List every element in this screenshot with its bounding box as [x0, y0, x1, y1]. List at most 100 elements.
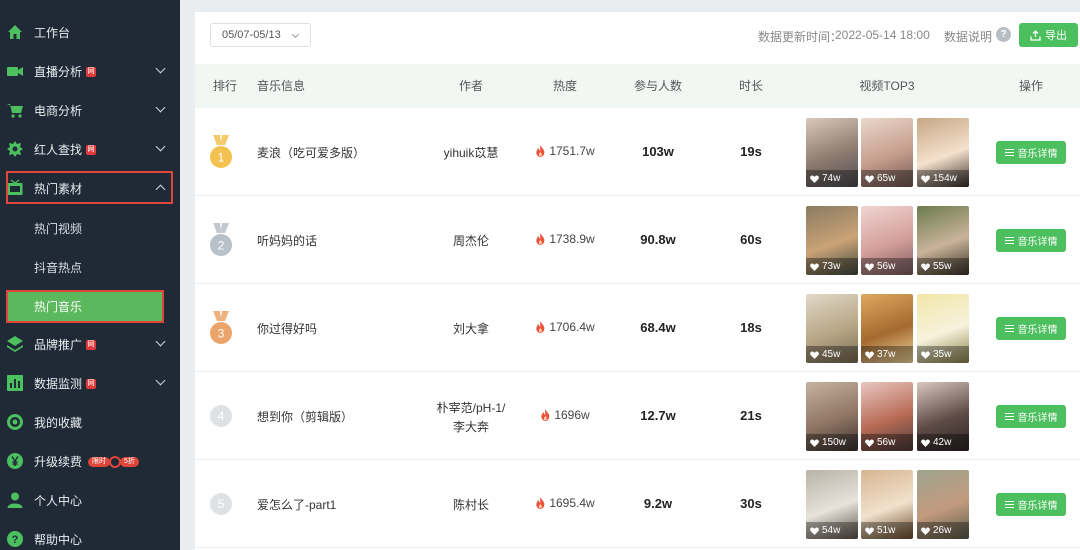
- sidebar-item-my-favorites[interactable]: 我的收藏: [0, 404, 180, 440]
- author-name: 陈村长: [452, 498, 490, 512]
- list-icon: [1004, 236, 1014, 245]
- header-duration: 时长: [738, 79, 764, 93]
- author-name: yihuik苡慧: [443, 146, 499, 160]
- bar-chart-icon: [6, 374, 24, 392]
- participants-count: 103w: [642, 144, 674, 159]
- yen-icon: [6, 452, 24, 470]
- sidebar-item-ecommerce-analysis[interactable]: 电商分析: [0, 92, 180, 128]
- rank-badge: 5: [210, 493, 232, 515]
- main-panel: 05/07-05/13 数据更新时间： 2022-05-14 18:00 数据说…: [195, 12, 1080, 550]
- export-button[interactable]: 导出: [1019, 23, 1078, 47]
- sidebar-item-label: 个人中心: [34, 493, 83, 508]
- video-thumbnail[interactable]: 54w: [806, 470, 858, 539]
- heart-icon: [810, 350, 819, 359]
- flame-icon: [541, 409, 550, 421]
- chevron-down-icon: [155, 375, 166, 386]
- flame-icon: [536, 497, 545, 509]
- duration: 21s: [740, 408, 762, 423]
- video-thumbnail[interactable]: 154w: [917, 118, 969, 187]
- sidebar-item-label: 直播分析: [34, 64, 83, 79]
- sidebar-item-workbench[interactable]: 工作台: [0, 14, 180, 50]
- sidebar-item-help-center[interactable]: ? 帮助中心: [0, 521, 180, 550]
- list-icon: [1004, 412, 1014, 421]
- medal-icon: 3: [210, 311, 232, 344]
- video-thumbnail[interactable]: 42w: [917, 382, 969, 451]
- heart-icon: [810, 262, 819, 271]
- like-count: 65w: [877, 173, 896, 184]
- heart-icon: [921, 438, 930, 447]
- home-icon: [6, 23, 24, 41]
- heat-value: 1706.4w: [535, 320, 595, 334]
- like-count: 154w: [933, 173, 957, 184]
- video-thumbnail[interactable]: 73w: [806, 206, 858, 275]
- video-thumbnail[interactable]: 56w: [861, 382, 913, 451]
- video-thumbnail[interactable]: 35w: [917, 294, 969, 363]
- video-thumbnail[interactable]: 37w: [861, 294, 913, 363]
- music-detail-label: 音乐详情: [1017, 501, 1058, 512]
- like-count: 35w: [933, 349, 952, 360]
- like-count: 51w: [877, 525, 896, 536]
- sidebar-sub-item-hot-video[interactable]: 热门视频: [0, 210, 180, 246]
- sidebar-item-data-monitor[interactable]: 数据监测网: [0, 365, 180, 401]
- music-title[interactable]: 听妈妈的话: [257, 232, 317, 249]
- video-thumbnail[interactable]: 45w: [806, 294, 858, 363]
- flame-icon: [536, 321, 545, 333]
- rank-badge: 4: [210, 405, 232, 427]
- participants-count: 68.4w: [640, 320, 676, 335]
- duration: 18s: [740, 320, 762, 335]
- music-detail-button[interactable]: 音乐详情: [996, 229, 1066, 252]
- like-count: 55w: [933, 261, 952, 272]
- music-detail-label: 音乐详情: [1017, 149, 1058, 160]
- music-detail-label: 音乐详情: [1017, 413, 1058, 424]
- music-detail-button[interactable]: 音乐详情: [996, 317, 1066, 340]
- heart-icon: [865, 174, 874, 183]
- help-icon[interactable]: ?: [996, 27, 1011, 42]
- video-thumbnail[interactable]: 55w: [917, 206, 969, 275]
- music-detail-button[interactable]: 音乐详情: [996, 141, 1066, 164]
- video-thumbnail[interactable]: 56w: [861, 206, 913, 275]
- data-note-link[interactable]: 数据说明: [944, 28, 992, 45]
- sidebar-item-influencer-search[interactable]: 红人查找网: [0, 131, 180, 167]
- sidebar-item-upgrade-renew[interactable]: 升级续费 限时 5折: [0, 443, 180, 479]
- medal-icon: 1: [210, 135, 232, 168]
- heart-icon: [810, 174, 819, 183]
- video-thumbnail[interactable]: 65w: [861, 118, 913, 187]
- sidebar: 工作台 直播分析网电商分析 红人查找网热门素材 品牌推广网数据监测网我的收藏 升级续费限…: [0, 0, 180, 550]
- table-row: 5 爱怎么了-part1 陈村长 1695.4w 9.2w 30s 54w 51w 26w 音乐详…: [195, 460, 1080, 548]
- sidebar-item-personal-center[interactable]: 个人中心: [0, 482, 180, 518]
- participants-count: 9.2w: [643, 496, 673, 511]
- chevron-down-icon: [155, 141, 166, 152]
- music-title[interactable]: 你过得好吗: [257, 320, 317, 337]
- update-time-value: 2022-05-14 18:00: [835, 28, 930, 42]
- like-count: 73w: [822, 261, 841, 272]
- vip-badge: 网: [86, 340, 97, 351]
- table-header: 排行 音乐信息 作者 热度 参与人数 时长 视频TOP3 操作: [195, 64, 1080, 108]
- music-title[interactable]: 爱怎么了-part1: [257, 496, 336, 513]
- music-title[interactable]: 想到你（剪辑版）: [257, 408, 353, 425]
- music-detail-label: 音乐详情: [1017, 237, 1058, 248]
- export-label: 导出: [1045, 30, 1067, 42]
- sidebar-sub-item-douyin-hot[interactable]: 抖音热点: [0, 249, 180, 285]
- sidebar-item-brand-promotion[interactable]: 品牌推广网: [0, 326, 180, 362]
- vip-badge: 网: [86, 379, 97, 390]
- video-thumbnail[interactable]: 51w: [861, 470, 913, 539]
- svg-text:2: 2: [218, 239, 225, 253]
- music-detail-button[interactable]: 音乐详情: [996, 405, 1066, 428]
- sidebar-item-live-analysis[interactable]: 直播分析网: [0, 53, 180, 89]
- table-row: 2 听妈妈的话 周杰伦 1738.9w 90.8w 60s 73w 56w 55w 音乐详情: [195, 196, 1080, 284]
- like-count: 45w: [822, 349, 841, 360]
- video-thumbnail[interactable]: 26w: [917, 470, 969, 539]
- header-music: 音乐信息: [257, 79, 306, 93]
- heart-icon: [921, 174, 930, 183]
- video-thumbnail[interactable]: 74w: [806, 118, 858, 187]
- highlight-box-hot-music: [6, 290, 164, 323]
- duration: 60s: [740, 232, 762, 247]
- table-row: 1 麦浪（吃可爱多版） yihuik苡慧 1751.7w 103w 19s 74w 65w 15…: [195, 108, 1080, 196]
- music-detail-button[interactable]: 音乐详情: [996, 493, 1066, 516]
- date-range-select[interactable]: 05/07-05/13: [210, 23, 311, 47]
- like-count: 37w: [877, 349, 896, 360]
- layers-icon: [6, 335, 24, 353]
- video-thumbnail[interactable]: 150w: [806, 382, 858, 451]
- music-title[interactable]: 麦浪（吃可爱多版）: [257, 144, 365, 161]
- author-name: 朴宰范/pH-1/: [436, 401, 506, 415]
